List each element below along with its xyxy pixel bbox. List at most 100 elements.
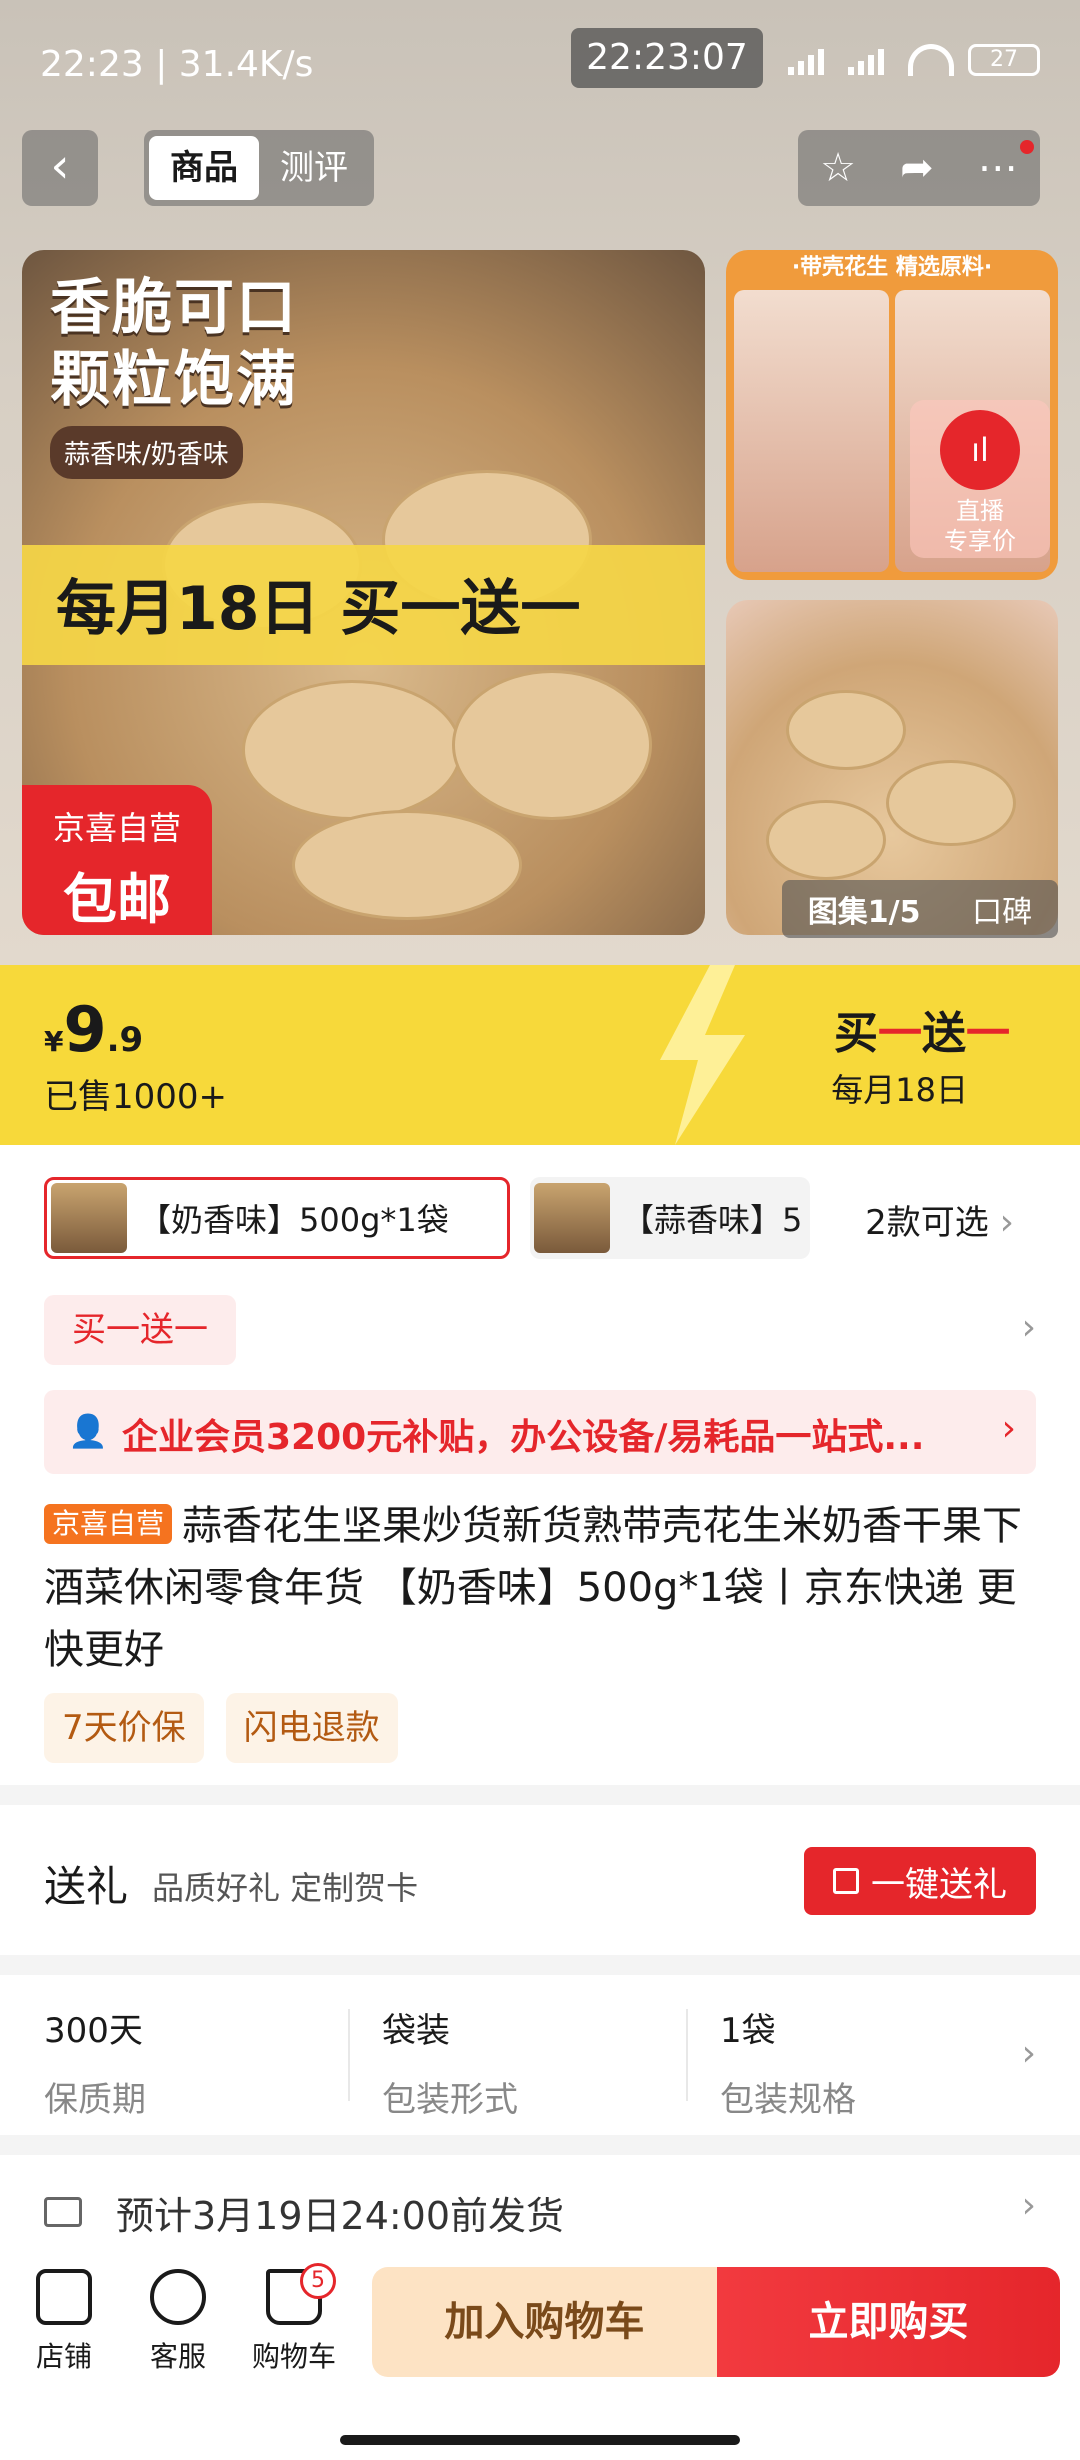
product-title-text: 蒜香花生坚果炒货新货熟带壳花生米奶香干果下酒菜休闲零食年货 【奶香味】500g*… xyxy=(44,1503,1023,1673)
live-icon: ıl xyxy=(940,410,1020,490)
signal-icon xyxy=(788,45,834,75)
gallery-counter[interactable]: 图集1/5 xyxy=(808,887,921,931)
promo-band-text: 每月18日 买一送一 xyxy=(56,574,581,644)
gift-title: 送礼 xyxy=(44,1862,129,1911)
back-button[interactable]: ‹ xyxy=(22,130,98,206)
badge-shipping: 包邮 xyxy=(63,868,171,931)
member-banner[interactable]: 👤 企业会员3200元补贴，办公设备/易耗品一站式... › xyxy=(44,1390,1036,1474)
add-to-cart-button[interactable]: 加入购物车 xyxy=(372,2267,717,2377)
side-image-header: ·带壳花生 精选原料· xyxy=(791,255,993,280)
promo-give: 送 xyxy=(922,1008,966,1059)
delivery-row[interactable]: 预计3月19日24:00前发货 › xyxy=(0,2155,1080,2265)
flavor-label: 蒜香味/奶香味 xyxy=(50,426,243,479)
headline-line-2: 颗粒饱满 xyxy=(50,345,298,415)
notification-dot xyxy=(1020,140,1034,154)
spec-label: 包装形式 xyxy=(382,2080,518,2120)
reviews-link[interactable]: 口碑 xyxy=(972,887,1032,931)
spec-section[interactable]: 300天 保质期 袋装 包装形式 1袋 包装规格 › xyxy=(0,1975,1080,2135)
sold-count: 已售1000+ xyxy=(44,1077,228,1117)
more-icon[interactable]: ⋯ xyxy=(978,145,1018,191)
home-indicator[interactable] xyxy=(340,2435,740,2445)
delivery-estimate: 预计3月19日24:00前发货 xyxy=(116,2194,565,2238)
promo-tag[interactable]: 买一送一 xyxy=(44,1295,236,1365)
price-amount: ¥9.9 xyxy=(44,993,143,1066)
spec-value: 300天 xyxy=(44,2011,143,2051)
cart-count-badge: 5 xyxy=(300,2263,336,2299)
wifi-icon xyxy=(908,44,954,76)
spec-value: 袋装 xyxy=(382,2011,450,2051)
store-button[interactable]: 店铺 xyxy=(14,2269,114,2375)
promo-one: 一 xyxy=(878,1008,922,1059)
status-center-time: 22:23:07 xyxy=(571,28,763,88)
truck-icon xyxy=(44,2197,82,2227)
main-image-headline: 香脆可口 颗粒饱满 xyxy=(50,272,298,416)
variant-selector: 【奶香味】500g*1袋 【蒜香味】5 2款可选 › xyxy=(44,1177,1044,1259)
headline-line-1: 香脆可口 xyxy=(50,273,298,343)
price-integer: 9 xyxy=(63,993,107,1066)
spec-label: 保质期 xyxy=(44,2080,146,2120)
service-button[interactable]: 客服 xyxy=(128,2269,228,2375)
share-icon[interactable]: ➦ xyxy=(900,145,934,191)
nav-actions: ☆ ➦ ⋯ xyxy=(798,130,1040,206)
main-product-image[interactable]: 香脆可口 颗粒饱满 蒜香味/奶香味 每月18日 买一送一 京喜自营 包邮 xyxy=(22,250,705,935)
spec-package-type: 袋装 包装形式 xyxy=(382,2003,682,2121)
guarantee-price-protect[interactable]: 7天价保 xyxy=(44,1693,204,1763)
variant-thumbnail xyxy=(534,1183,610,1253)
nav-tabs: 商品 测评 xyxy=(144,130,374,206)
spec-value: 1袋 xyxy=(720,2011,776,2051)
variant-label: 【蒜香味】5 xyxy=(622,1201,803,1239)
peanut-shape xyxy=(452,670,652,820)
promo-one-2: 一 xyxy=(966,1008,1010,1059)
buy-now-button[interactable]: 立即购买 xyxy=(717,2267,1060,2377)
send-gift-button[interactable]: 一键送礼 xyxy=(804,1847,1036,1915)
promo-band: 每月18日 买一送一 xyxy=(22,545,705,665)
store-tag: 京喜自营 xyxy=(44,1504,173,1544)
guarantee-fast-refund[interactable]: 闪电退款 xyxy=(225,1693,398,1763)
tab-product[interactable]: 商品 xyxy=(149,136,259,200)
price-banner: ¥9.9 已售1000+ 买一送一 每月18日 xyxy=(0,965,1080,1145)
user-icon: 👤 xyxy=(68,1412,108,1450)
gallery-controls: 图集1/5 口碑 xyxy=(782,880,1058,938)
status-time-speed: 22:23 | 31.4K/s xyxy=(40,44,314,85)
variant-selected[interactable]: 【奶香味】500g*1袋 xyxy=(44,1177,510,1259)
live-label-1: 直播 xyxy=(956,497,1004,525)
send-gift-label: 一键送礼 xyxy=(871,1864,1007,1905)
peanut-shape xyxy=(786,690,906,770)
promo-buy: 买 xyxy=(834,1008,878,1059)
chevron-right-icon: › xyxy=(999,1202,1014,1243)
variant-more[interactable]: 2款可选 › xyxy=(865,1195,1014,1244)
peanut-shape xyxy=(886,760,1016,846)
live-price-badge[interactable]: ıl 直播 专享价 xyxy=(910,400,1050,558)
spec-label: 包装规格 xyxy=(720,2080,856,2120)
member-banner-text: 企业会员3200元补贴，办公设备/易耗品一站式... xyxy=(122,1417,925,1458)
product-hero: 22:23 | 31.4K/s 22:23:07 27 ‹ 商品 测评 ☆ ➦ … xyxy=(0,0,1080,965)
free-shipping-badge: 京喜自营 包邮 xyxy=(22,785,212,935)
variant-option[interactable]: 【蒜香味】5 xyxy=(530,1177,810,1259)
variant-thumbnail xyxy=(51,1183,127,1253)
chevron-right-icon[interactable]: › xyxy=(1022,1307,1036,1348)
peanut-shape xyxy=(766,800,886,880)
cart-label: 购物车 xyxy=(251,2340,336,2373)
chat-icon xyxy=(150,2269,206,2325)
peanut-shape xyxy=(242,680,462,820)
status-bar: 22:23 | 31.4K/s 22:23:07 27 xyxy=(0,0,1080,120)
store-icon xyxy=(36,2269,92,2325)
guarantee-tags: 7天价保 闪电退款 xyxy=(44,1693,398,1763)
service-label: 客服 xyxy=(149,2340,206,2373)
badge-store: 京喜自营 xyxy=(52,809,181,847)
bottom-action-bar: 店铺 客服 购物车 5 加入购物车 立即购买 xyxy=(0,2255,1080,2460)
spec-shelf-life: 300天 保质期 xyxy=(44,2003,344,2121)
tab-review[interactable]: 测评 xyxy=(259,136,369,200)
live-label-2: 专享价 xyxy=(944,527,1016,555)
spec-divider xyxy=(686,2009,688,2101)
promo-title: 买一送一 xyxy=(834,997,1010,1061)
store-label: 店铺 xyxy=(35,2340,92,2373)
peanut-shape xyxy=(292,810,522,920)
product-info-card: 【奶香味】500g*1袋 【蒜香味】5 2款可选 › 买一送一 › 👤 企业会员… xyxy=(0,1145,1080,1785)
price-currency: ¥ xyxy=(44,1025,64,1058)
spec-divider xyxy=(348,2009,350,2101)
price-decimal: .9 xyxy=(106,1020,144,1060)
star-icon[interactable]: ☆ xyxy=(820,145,856,191)
lightning-icon xyxy=(660,965,745,1145)
status-icons: 27 xyxy=(788,44,1040,76)
